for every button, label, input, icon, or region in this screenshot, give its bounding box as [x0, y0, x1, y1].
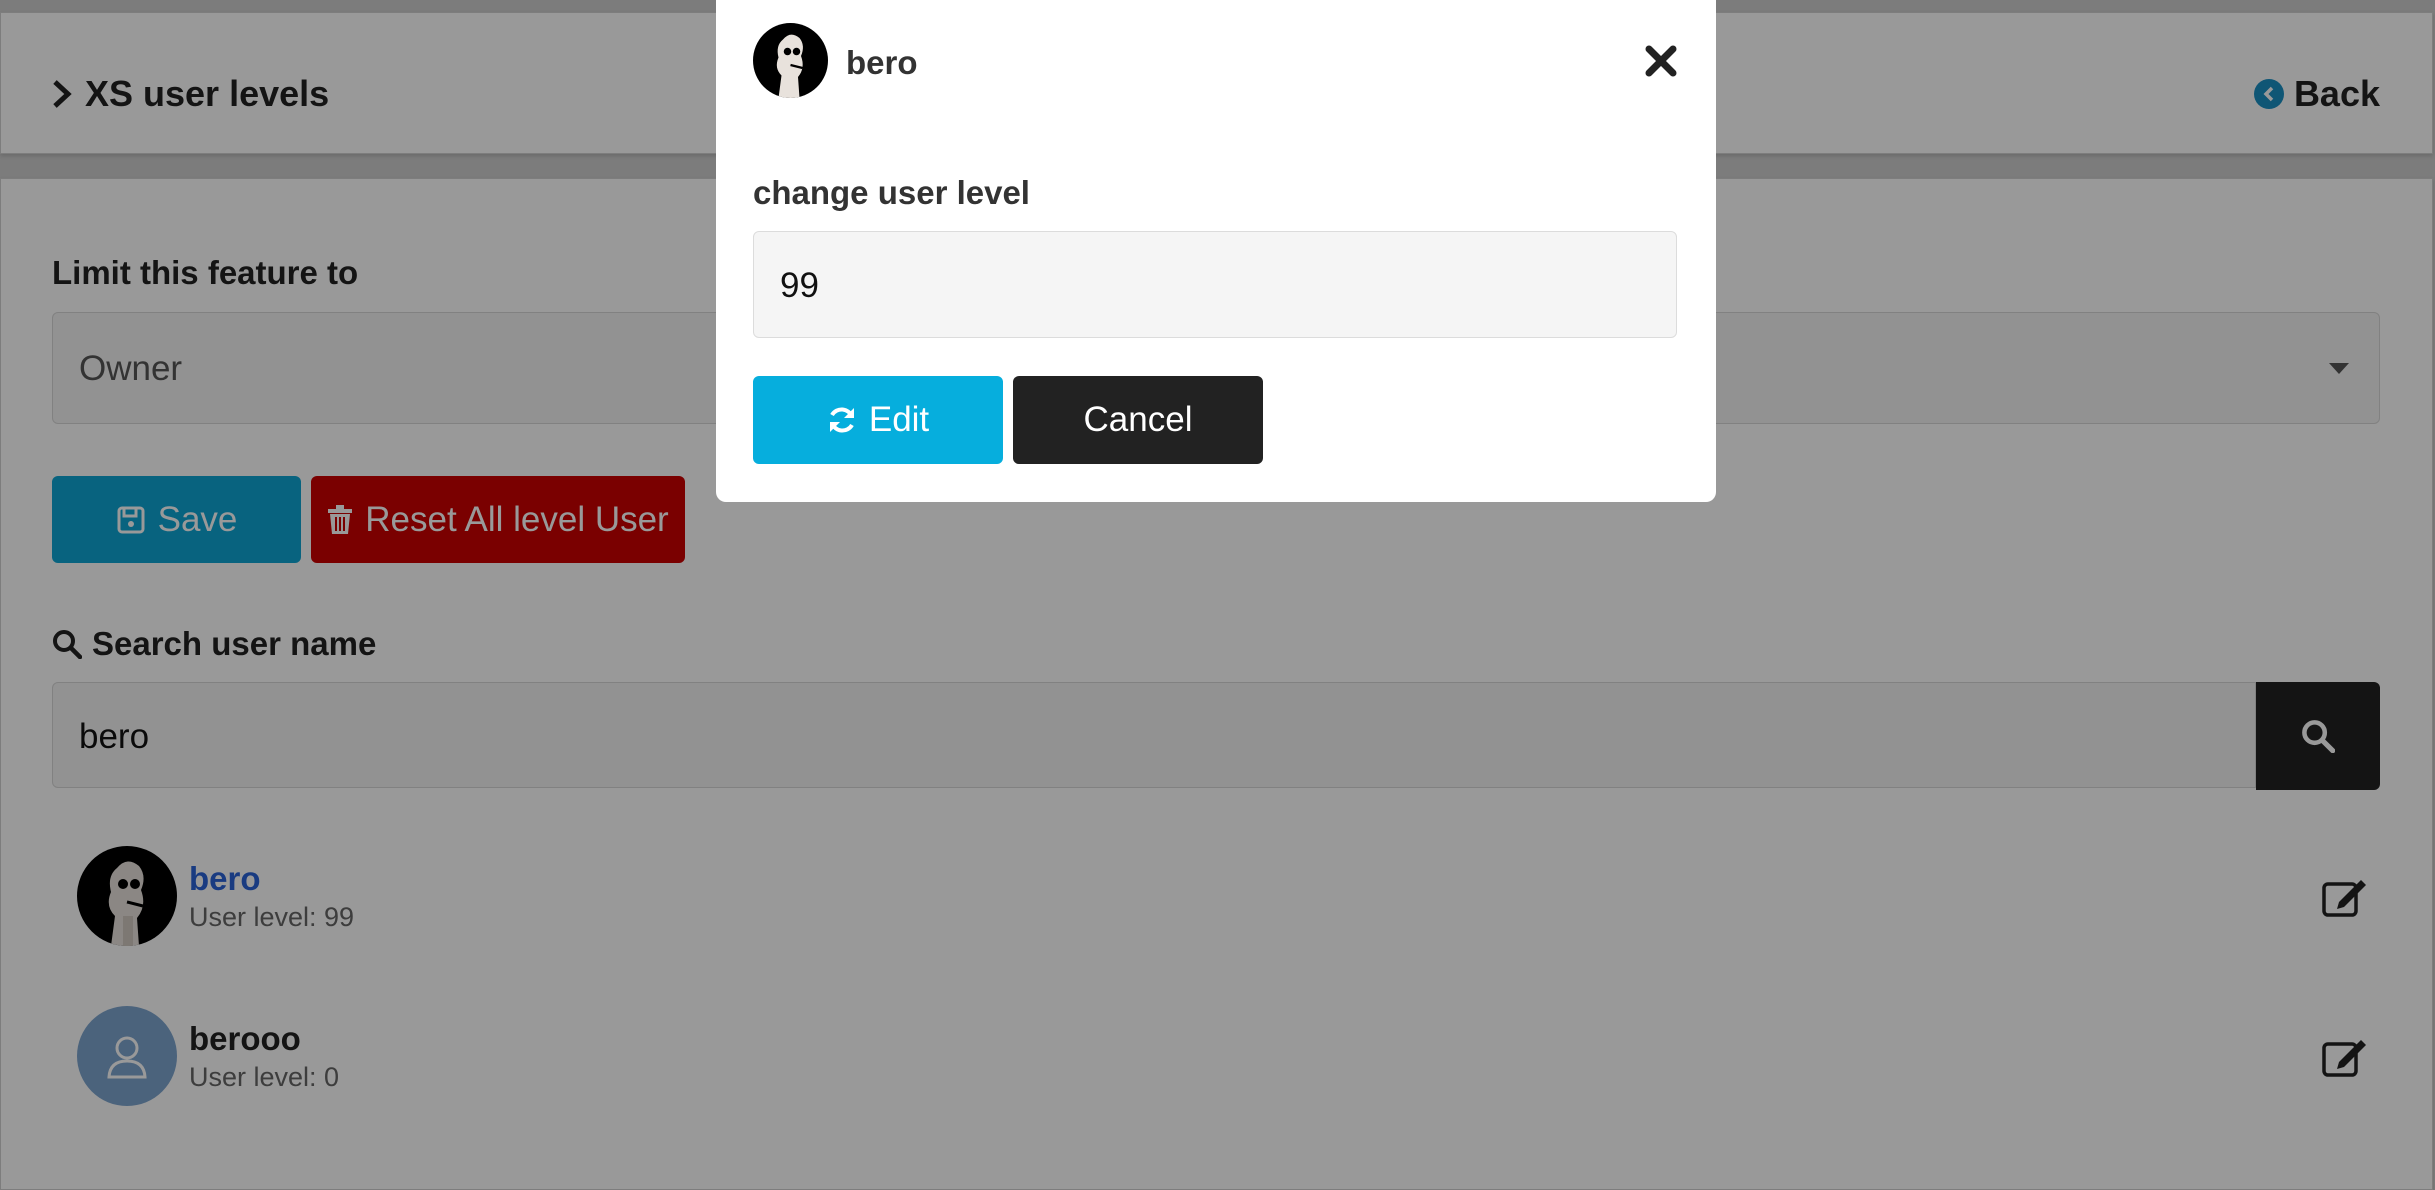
edit-level-modal: bero change user level 99 Edit Cancel — [716, 0, 1716, 502]
user-level-input-value: 99 — [780, 266, 819, 305]
modal-field-label: change user level — [753, 174, 1030, 211]
edit-button[interactable]: Edit — [753, 376, 1003, 464]
close-icon[interactable] — [1644, 44, 1678, 78]
refresh-icon — [829, 407, 854, 433]
cancel-label: Cancel — [1083, 400, 1193, 439]
edit-label: Edit — [868, 400, 930, 439]
avatar — [753, 23, 828, 98]
modal-username: bero — [846, 44, 918, 81]
user-level-input[interactable]: 99 — [753, 231, 1677, 338]
cancel-button[interactable]: Cancel — [1013, 376, 1263, 464]
